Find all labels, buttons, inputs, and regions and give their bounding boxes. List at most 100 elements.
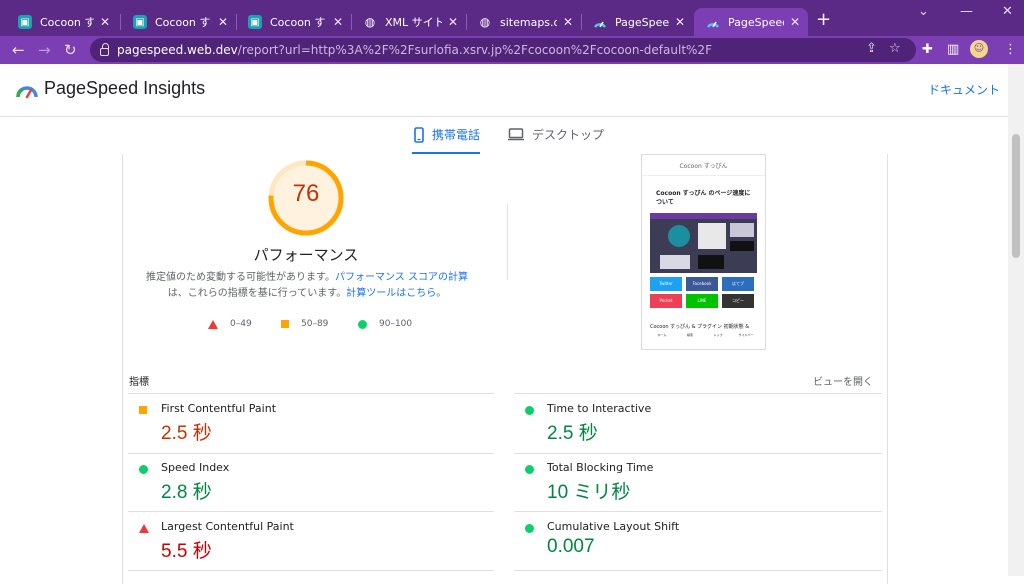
- performance-score: 76: [292, 180, 320, 207]
- forward-arrow-icon[interactable]: →: [38, 41, 51, 59]
- metric-value: 2.5 秒: [547, 423, 598, 444]
- close-icon[interactable]: ✕: [333, 15, 343, 29]
- browser-tab[interactable]: ▣ Cocoon すっぴん ✕: [121, 8, 236, 36]
- back-arrow-icon[interactable]: ←: [12, 41, 25, 59]
- tab-title: PageSpeed Insi: [728, 15, 784, 29]
- pagespeed-logo-icon: [16, 85, 38, 98]
- new-tab-button[interactable]: +: [816, 9, 831, 30]
- window-menu-icon[interactable]: ⌄: [918, 4, 929, 19]
- browser-tab[interactable]: ▣ Cocoon すっぴん ✕: [236, 8, 351, 36]
- orange-square-icon: [281, 320, 289, 328]
- score-description: 推定値のため変動する可能性があります。パフォーマンス スコアの計算 は、これらの…: [146, 272, 468, 299]
- share-hatena: はてブ: [722, 277, 754, 291]
- header-divider: [0, 116, 1008, 117]
- metric-name: Largest Contentful Paint: [161, 520, 294, 533]
- cocoon-favicon-icon: ▣: [133, 15, 147, 29]
- close-icon[interactable]: ✕: [100, 15, 110, 29]
- metric-value: 10 ミリ秒: [547, 482, 631, 503]
- metric-fcp: First Contentful Paint 2.5 秒: [128, 398, 488, 456]
- close-icon[interactable]: ✕: [218, 15, 228, 29]
- share-twitter: Twitter: [650, 277, 682, 291]
- lock-icon: [100, 43, 109, 56]
- profile-avatar[interactable]: ☺: [970, 40, 988, 58]
- page-scrollbar[interactable]: [1008, 64, 1024, 576]
- close-icon[interactable]: ✕: [790, 15, 800, 29]
- minimize-icon[interactable]: —: [960, 4, 973, 19]
- green-circle-icon: [358, 319, 367, 329]
- legend-item-average: 50–89: [281, 319, 328, 329]
- docs-link[interactable]: ドキュメント: [928, 81, 1000, 98]
- tab-title: Cocoon すっぴん: [155, 16, 212, 29]
- extensions-puzzle-icon[interactable]: ✚: [922, 42, 933, 57]
- reload-icon[interactable]: ↻: [64, 41, 77, 59]
- tab-title: Cocoon すっぴん: [40, 16, 94, 29]
- tab-title: PageSpeed Insi: [615, 15, 669, 29]
- tab-mobile-label: 携帯電話: [432, 128, 481, 142]
- pagespeed-favicon-icon: [706, 15, 720, 29]
- cocoon-favicon-icon: ▣: [18, 15, 32, 29]
- browser-tab[interactable]: ◍ sitemaps.org - ✕: [466, 8, 581, 36]
- red-triangle-icon: [139, 524, 149, 533]
- page-content: PageSpeed Insights ドキュメント 携帯電話 デスクトップ 76…: [0, 64, 1024, 584]
- metric-name: Cumulative Layout Shift: [547, 520, 680, 533]
- browser-menu-icon[interactable]: ⋮: [1004, 42, 1017, 57]
- tab-desktop-label: デスクトップ: [532, 128, 605, 142]
- globe-icon: ◍: [364, 15, 376, 29]
- metric-tbt: Total Blocking Time 10 ミリ秒: [514, 457, 874, 515]
- legend-item-good: 90–100: [358, 319, 412, 329]
- screenshot-nav: ホーム 検索 トップ サイドバー: [657, 333, 754, 337]
- close-icon[interactable]: ✕: [448, 15, 458, 29]
- desktop-icon: [508, 128, 524, 141]
- score-calc-link[interactable]: パフォーマンス スコアの計算: [335, 272, 468, 283]
- metric-value: 2.5 秒: [161, 423, 212, 444]
- tab-title: sitemaps.org -: [500, 15, 557, 29]
- scrollbar-thumb[interactable]: [1012, 134, 1020, 258]
- expand-view-toggle[interactable]: ビューを開く: [813, 373, 873, 388]
- screenshot-footer: Cocoon すっぴん & プラグイン 初期状態 &: [650, 324, 750, 330]
- red-triangle-icon: [208, 319, 218, 329]
- green-circle-icon: [525, 465, 534, 474]
- screenshot-site-name: Cocoon すっぴん: [679, 163, 728, 170]
- orange-square-icon: [139, 406, 147, 414]
- tab-desktop[interactable]: デスクトップ: [508, 126, 604, 143]
- metric-value: 2.8 秒: [161, 482, 212, 503]
- tab-mobile[interactable]: 携帯電話: [414, 126, 480, 143]
- metric-name: Time to Interactive: [547, 402, 652, 415]
- green-circle-icon: [525, 524, 534, 533]
- metric-cls: Cumulative Layout Shift 0.007: [514, 516, 874, 574]
- close-icon[interactable]: ✕: [675, 15, 685, 29]
- vertical-divider: [507, 204, 508, 280]
- metric-tti: Time to Interactive 2.5 秒: [514, 398, 874, 456]
- brand-name: PageSpeed Insights: [44, 78, 206, 98]
- share-copy: コピー: [722, 294, 754, 308]
- metric-name: Speed Index: [161, 461, 230, 474]
- browser-tab-active[interactable]: PageSpeed Insi ✕: [694, 8, 808, 36]
- calculator-link[interactable]: 計算ツールはこちら: [346, 288, 436, 299]
- cocoon-favicon-icon: ▣: [248, 15, 262, 29]
- metrics-label: 指標: [129, 377, 149, 388]
- tab-title: Cocoon すっぴん: [270, 16, 327, 29]
- phone-icon: [414, 126, 424, 143]
- share-pocket: Pocket: [650, 294, 682, 308]
- address-bar[interactable]: pagespeed.web.dev/report?url=http%3A%2F%…: [90, 38, 916, 62]
- bookmark-star-icon[interactable]: ☆: [889, 41, 901, 56]
- browser-tab[interactable]: ▣ Cocoon すっぴん ✕: [6, 8, 118, 36]
- close-icon[interactable]: ✕: [563, 15, 573, 29]
- metric-value: 0.007: [547, 536, 595, 557]
- performance-title: パフォーマンス: [253, 246, 359, 264]
- metric-value: 5.5 秒: [161, 541, 212, 562]
- share-line: LINE: [686, 294, 718, 308]
- metric-name: First Contentful Paint: [161, 402, 277, 415]
- metric-speed-index: Speed Index 2.8 秒: [128, 457, 488, 515]
- green-circle-icon: [139, 465, 148, 474]
- psi-logo[interactable]: PageSpeed Insights: [16, 78, 205, 99]
- green-circle-icon: [525, 406, 534, 415]
- side-panel-icon[interactable]: ▥: [947, 42, 959, 57]
- browser-toolbar: ← → ↻ pagespeed.web.dev/report?url=http%…: [0, 36, 1024, 64]
- window-close-icon[interactable]: ✕: [1002, 4, 1013, 19]
- share-icon[interactable]: ⇪: [866, 41, 877, 56]
- page-screenshot: Cocoon すっぴん Cocoon すっぴん のページ速度について Twitt…: [641, 154, 766, 350]
- browser-tab[interactable]: ◍ XML サイトマップ ✕: [351, 8, 466, 36]
- browser-tab[interactable]: PageSpeed Insi ✕: [581, 8, 693, 36]
- metric-name: Total Blocking Time: [547, 461, 654, 474]
